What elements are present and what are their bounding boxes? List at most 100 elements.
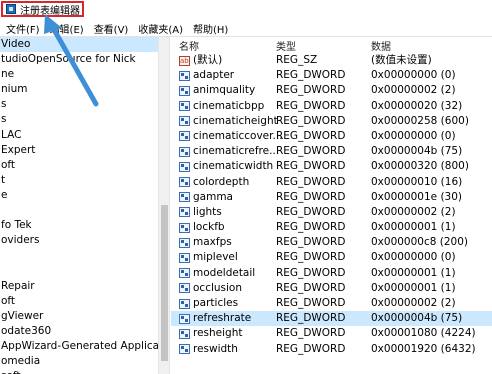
value-name: adapter — [193, 69, 235, 82]
value-row[interactable]: miplevel REG_DWORD 0x00000000 (0) — [171, 250, 492, 265]
tree-item[interactable]: oviders — [0, 233, 158, 248]
menu-file[interactable]: 文件(F) — [0, 21, 45, 36]
value-name-cell: colordepth — [171, 175, 249, 190]
tree-item[interactable]: LAC — [0, 128, 158, 143]
value-row[interactable]: resheight REG_DWORD 0x00001080 (4224) — [171, 326, 492, 341]
value-type: REG_DWORD — [276, 312, 346, 325]
value-name: reswidth — [193, 342, 238, 355]
header-data[interactable]: 数据 — [371, 38, 391, 53]
value-type: REG_DWORD — [276, 327, 346, 340]
value-data: 0x00000002 (2) — [371, 297, 456, 309]
values-header: 名称 类型 数据 — [171, 37, 492, 53]
value-data: 0x0000004b (75) — [371, 312, 463, 325]
value-row[interactable]: animquality REG_DWORD 0x00000002 (2) — [171, 83, 492, 98]
tree-scrollbar-thumb[interactable] — [161, 205, 168, 361]
value-row[interactable]: reswidth REG_DWORD 0x00001920 (6432) — [171, 342, 492, 357]
tree-scrollbar[interactable] — [158, 37, 170, 374]
registry-key-tree: Video tudioOpenSource for Nick ne nium s s LAC… — [0, 37, 158, 374]
tree-item[interactable] — [0, 263, 158, 278]
value-row[interactable]: modeldetail REG_DWORD 0x00000001 (1) — [171, 266, 492, 281]
value-type: REG_DWORD — [276, 205, 346, 218]
header-name[interactable]: 名称 — [179, 38, 199, 53]
value-name: (默认) — [193, 54, 223, 66]
binary-value-icon — [179, 116, 190, 127]
value-name: animquality — [193, 84, 256, 97]
value-name-cell: cinematicrefre... — [171, 144, 279, 159]
value-row[interactable]: maxfps REG_DWORD 0x000000c8 (200) — [171, 235, 492, 250]
binary-value-icon — [179, 252, 190, 263]
menu-edit[interactable]: 编辑(E) — [45, 21, 89, 36]
tree-item[interactable]: e — [0, 188, 158, 203]
menu-view[interactable]: 查看(V) — [89, 21, 134, 36]
value-row[interactable]: adapter REG_DWORD 0x00000000 (0) — [171, 68, 492, 83]
binary-value-icon — [179, 283, 190, 294]
value-data: 0x00000258 (600) — [371, 114, 469, 127]
value-row[interactable]: colordepth REG_DWORD 0x00000010 (16) — [171, 175, 492, 190]
value-name: cinematicrefre... — [193, 145, 280, 158]
binary-value-icon — [179, 344, 190, 355]
tree-item[interactable]: nium — [0, 82, 158, 97]
value-name: lockfb — [193, 221, 225, 234]
value-name-cell: maxfps — [171, 235, 232, 250]
value-type: REG_DWORD — [276, 69, 346, 82]
tree-item[interactable]: s — [0, 97, 158, 112]
value-row[interactable]: lights REG_DWORD 0x00000002 (2) — [171, 205, 492, 220]
tree-item[interactable]: fo Tek — [0, 218, 158, 233]
value-name-cell: cinematicbpp — [171, 99, 264, 114]
tree-item[interactable]: t — [0, 173, 158, 188]
value-name-cell: lockfb — [171, 220, 225, 235]
tree-item[interactable]: omedia — [0, 354, 158, 369]
value-name-cell: particles — [171, 296, 238, 311]
value-data: 0x0000001e (30) — [371, 190, 463, 203]
value-row[interactable]: gamma REG_DWORD 0x0000001e (30) — [171, 190, 492, 205]
tree-item[interactable]: soft — [0, 369, 158, 374]
tree-item[interactable]: tudioOpenSource for Nick — [0, 52, 158, 67]
value-data: (数值未设置) — [371, 54, 432, 66]
value-data: 0x00000002 (2) — [371, 205, 456, 218]
binary-value-icon — [179, 313, 190, 324]
value-data: 0x00000000 (0) — [371, 129, 456, 142]
value-data: 0x0000004b (75) — [371, 145, 463, 158]
value-row[interactable]: refreshrate REG_DWORD 0x0000004b (75) — [171, 311, 492, 327]
menu-help[interactable]: 帮助(H) — [188, 21, 233, 36]
binary-value-icon — [179, 328, 190, 339]
values-pane: 名称 类型 数据 (默认) REG_SZ (数值未设置) adapter REG_DWO… — [171, 37, 492, 374]
binary-value-icon — [179, 161, 190, 172]
tree-item[interactable]: oft — [0, 158, 158, 173]
value-row[interactable]: (默认) REG_SZ (数值未设置) — [171, 53, 492, 69]
tree-item[interactable]: oft — [0, 294, 158, 309]
value-row[interactable]: cinematicwidth REG_DWORD 0x00000320 (800) — [171, 159, 492, 174]
tree-item[interactable]: Expert — [0, 143, 158, 158]
menu-favorites[interactable]: 收藏夹(A) — [133, 21, 188, 36]
tree-item[interactable]: ne — [0, 67, 158, 82]
tree-item[interactable]: s — [0, 112, 158, 127]
value-name-cell: reswidth — [171, 342, 238, 357]
value-row[interactable]: occlusion REG_DWORD 0x00000001 (1) — [171, 281, 492, 296]
tree-item[interactable]: Repair — [0, 279, 158, 294]
tree-item[interactable]: AppWizard-Generated Application — [0, 339, 158, 354]
value-row[interactable]: particles REG_DWORD 0x00000002 (2) — [171, 296, 492, 311]
value-row[interactable]: cinematicheight REG_DWORD 0x00000258 (600) — [171, 114, 492, 129]
value-name-cell: refreshrate — [171, 311, 251, 326]
tree-item[interactable] — [0, 248, 158, 263]
value-row[interactable]: cinematicbpp REG_DWORD 0x00000020 (32) — [171, 99, 492, 114]
header-type[interactable]: 类型 — [276, 38, 296, 53]
value-name: cinematicbpp — [193, 99, 265, 112]
value-data: 0x00000001 (1) — [371, 266, 456, 279]
window-title: 注册表编辑器 — [20, 5, 80, 17]
value-name-cell: cinematicwidth — [171, 159, 273, 174]
menu-bar: 文件(F) 编辑(E) 查看(V) 收藏夹(A) 帮助(H) — [0, 20, 492, 36]
tree-item[interactable]: Video — [0, 37, 158, 53]
binary-value-icon — [179, 192, 190, 203]
value-row[interactable]: cinematicrefre... REG_DWORD 0x0000004b (75… — [171, 144, 492, 159]
value-name-cell: animquality — [171, 83, 255, 98]
value-data: 0x00001920 (6432) — [371, 342, 476, 355]
value-name: refreshrate — [193, 312, 252, 325]
tree-item[interactable] — [0, 203, 158, 218]
value-row[interactable]: cinematiccover... REG_DWORD 0x00000000 (0) — [171, 129, 492, 144]
value-name: gamma — [193, 190, 233, 203]
value-name-cell: miplevel — [171, 250, 238, 265]
tree-item[interactable]: gViewer — [0, 309, 158, 324]
tree-item[interactable]: odate360 — [0, 324, 158, 339]
value-row[interactable]: lockfb REG_DWORD 0x00000001 (1) — [171, 220, 492, 235]
